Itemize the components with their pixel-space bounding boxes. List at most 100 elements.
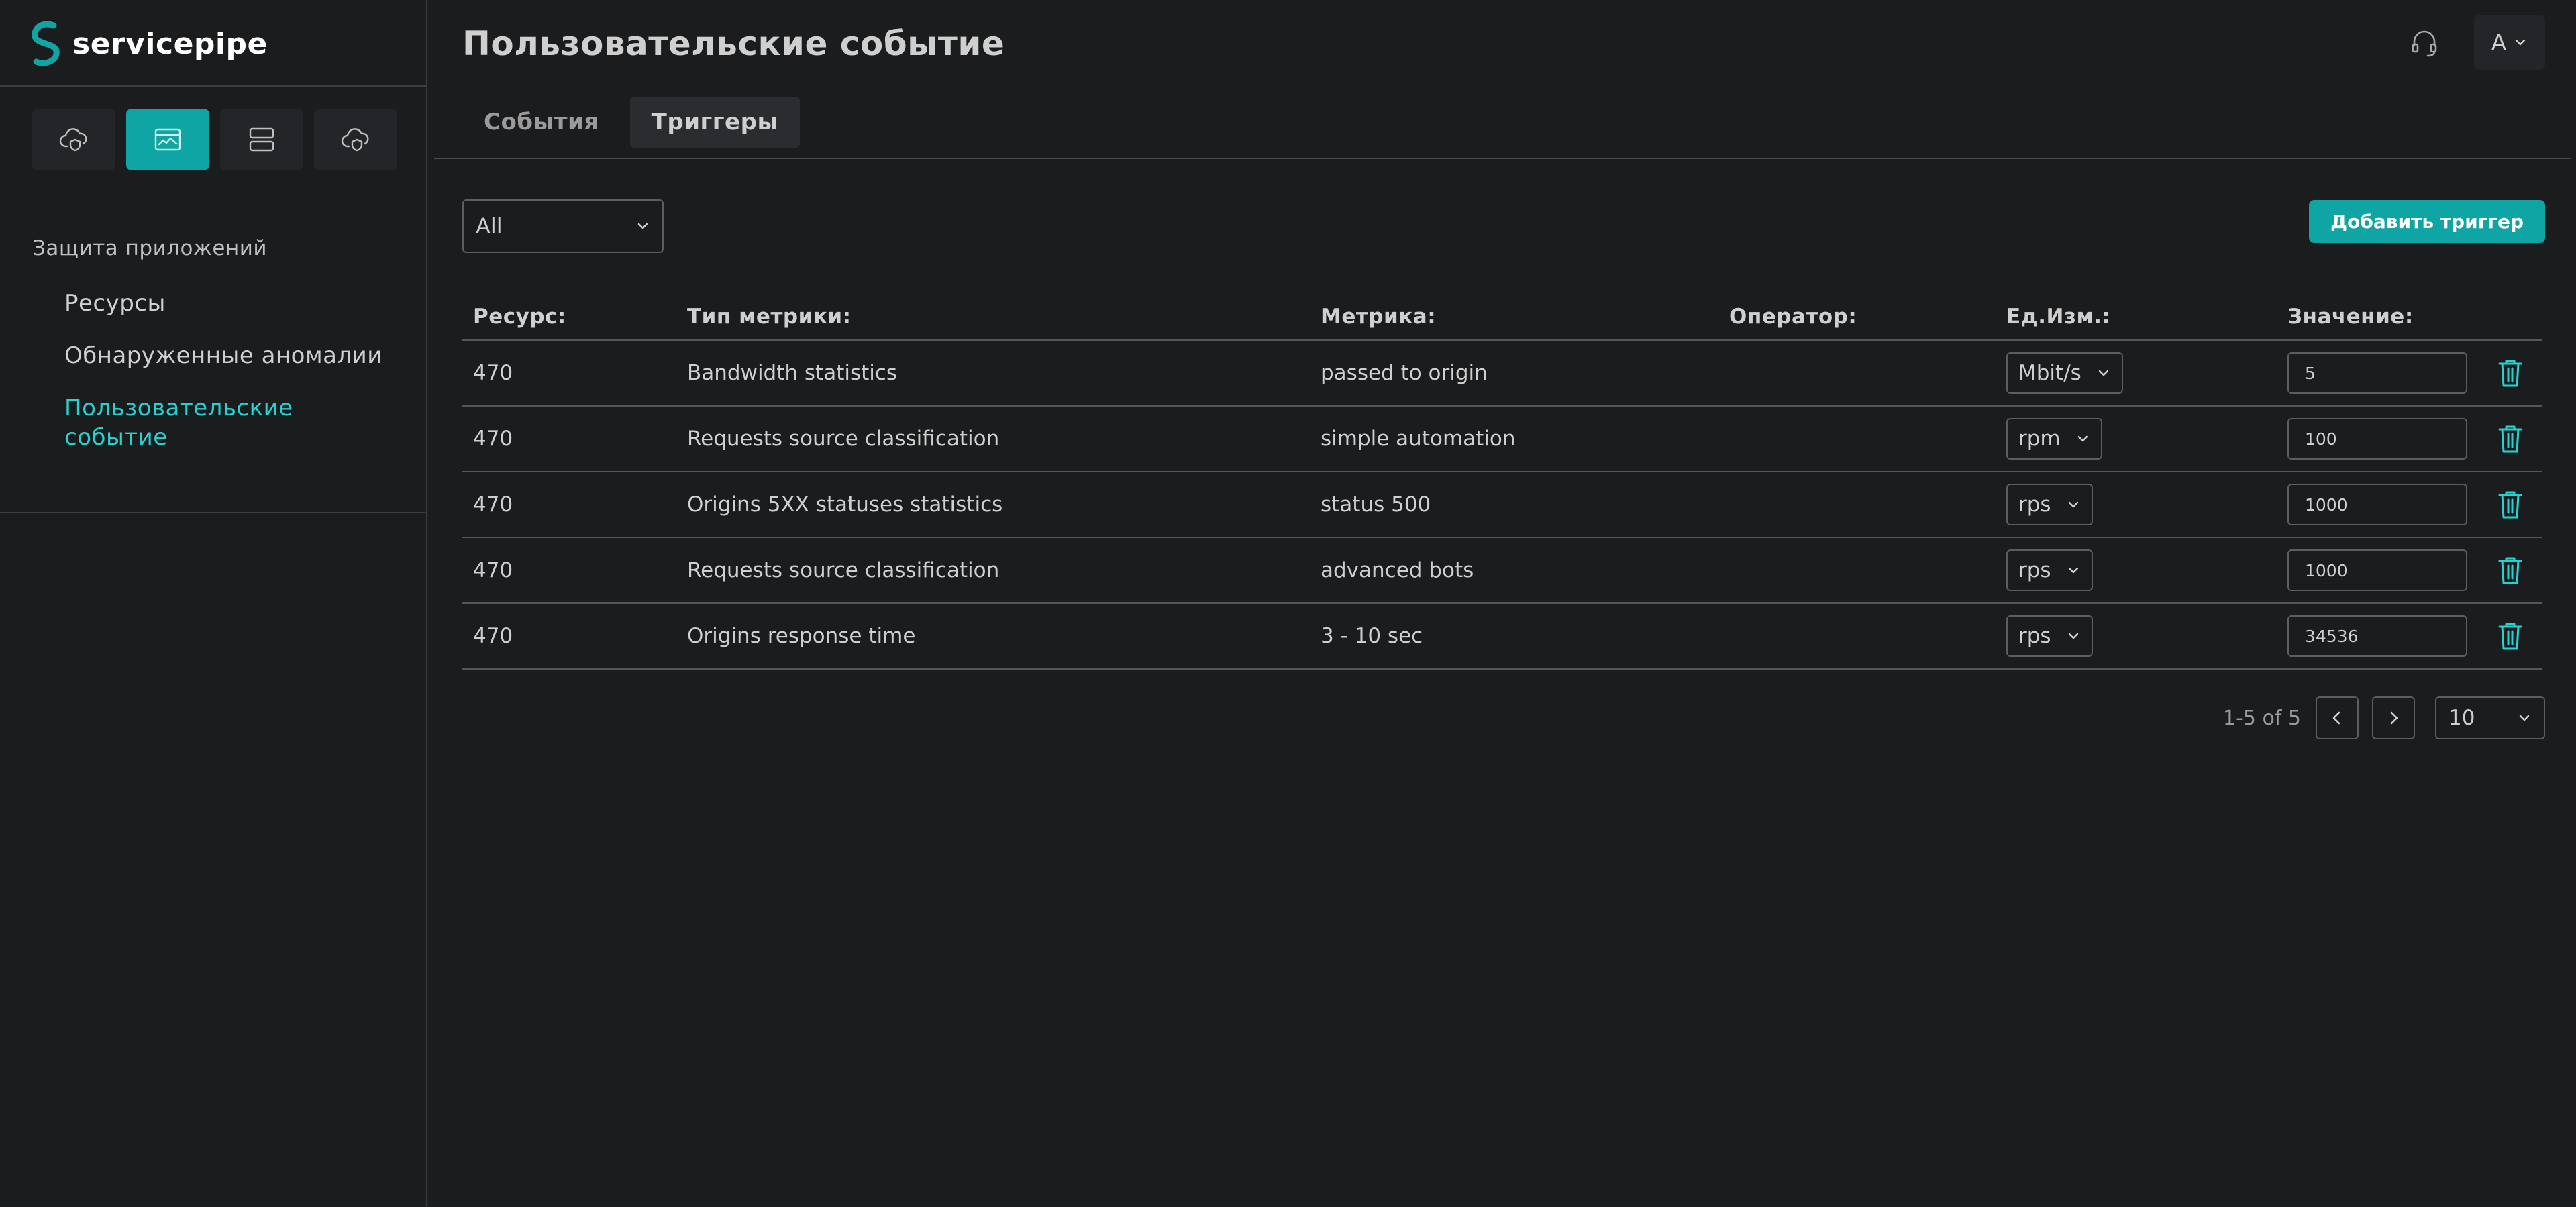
triggers-table: Ресурс: Тип метрики: Метрика: Оператор: …	[462, 294, 2542, 670]
pagination: 1-5 of 5 10	[2223, 696, 2545, 739]
cloud-shield-alt-icon	[341, 128, 369, 152]
page-size-value: 10	[2449, 706, 2475, 730]
server-icon	[249, 127, 274, 152]
column-header-unit[interactable]: Ед.Изм.:	[1996, 305, 2277, 329]
module-cloud-shield-alt[interactable]	[314, 109, 397, 170]
column-header-operator[interactable]: Оператор:	[1718, 305, 1996, 329]
table-header: Ресурс: Тип метрики: Метрика: Оператор: …	[462, 294, 2542, 341]
tabs: События Триггеры	[462, 97, 800, 148]
module-app-protection[interactable]	[126, 109, 209, 170]
prev-page-button[interactable]	[2316, 696, 2359, 739]
value-input[interactable]	[2287, 549, 2467, 591]
value-input[interactable]	[2287, 418, 2467, 460]
add-trigger-button[interactable]: Добавить триггер	[2309, 200, 2545, 243]
tabs-divider	[434, 158, 2571, 159]
cell-metric-type: Bandwidth statistics	[687, 361, 898, 385]
delete-trigger-button[interactable]	[2494, 553, 2526, 588]
cell-actions	[2478, 421, 2542, 456]
cell-metric: 3 - 10 sec	[1321, 624, 1423, 648]
column-header-metric[interactable]: Метрика:	[1310, 305, 1718, 329]
cell-metric-type: Requests source classification	[687, 558, 1000, 582]
delete-trigger-button[interactable]	[2494, 356, 2526, 390]
value-input[interactable]	[2287, 352, 2467, 394]
column-header-resource[interactable]: Ресурс:	[462, 305, 676, 329]
module-cloud-shield[interactable]	[32, 109, 115, 170]
cell-unit: rpm	[1996, 418, 2277, 460]
user-menu-button[interactable]: A	[2474, 15, 2545, 70]
delete-trigger-button[interactable]	[2494, 487, 2526, 522]
header-actions: A	[2406, 15, 2545, 70]
cell-metric-type: Requests source classification	[687, 427, 1000, 451]
pagination-info: 1-5 of 5	[2222, 706, 2301, 730]
unit-select[interactable]: rpm	[2006, 418, 2102, 460]
app-window-icon	[154, 128, 181, 151]
cell-metric: simple automation	[1321, 427, 1516, 451]
unit-select[interactable]: rps	[2006, 484, 2093, 525]
tab-triggers[interactable]: Триггеры	[629, 97, 800, 148]
value-input[interactable]	[2287, 615, 2467, 657]
section-label: Защита приложений	[32, 236, 268, 260]
chevron-down-icon	[2075, 431, 2090, 446]
cell-value	[2277, 615, 2478, 657]
chevron-down-icon	[2066, 497, 2081, 512]
table-body: 470 Bandwidth statistics passed to origi…	[462, 341, 2542, 670]
chevron-down-icon	[2513, 35, 2528, 50]
module-servers[interactable]	[220, 109, 303, 170]
cell-metric-type: Origins 5XX statuses statistics	[687, 492, 1003, 517]
resource-filter-select[interactable]: All	[462, 199, 664, 253]
next-page-button[interactable]	[2372, 696, 2415, 739]
cell-value	[2277, 549, 2478, 591]
cell-value	[2277, 352, 2478, 394]
unit-select[interactable]: Mbit/s	[2006, 352, 2123, 394]
cell-actions	[2478, 619, 2542, 653]
cell-resource: 470	[473, 624, 513, 648]
unit-value: rps	[2018, 558, 2051, 582]
cell-unit: Mbit/s	[1996, 352, 2277, 394]
sidebar-nav: Ресурсы Обнаруженные аномалии Пользовате…	[64, 288, 400, 475]
cell-value	[2277, 418, 2478, 460]
module-switcher	[32, 109, 397, 170]
trash-icon	[2498, 623, 2522, 650]
unit-value: Mbit/s	[2018, 361, 2081, 385]
page-size-select[interactable]: 10	[2435, 696, 2545, 739]
table-row: 470 Bandwidth statistics passed to origi…	[462, 341, 2542, 407]
cell-metric: passed to origin	[1321, 361, 1488, 385]
table-row: 470 Origins response time 3 - 10 sec rps	[462, 604, 2542, 670]
delete-trigger-button[interactable]	[2494, 421, 2526, 456]
chevron-left-icon	[2332, 711, 2340, 725]
trash-icon	[2498, 491, 2522, 519]
cell-unit: rps	[1996, 549, 2277, 591]
cell-resource: 470	[473, 361, 513, 385]
table-row: 470 Requests source classification advan…	[462, 538, 2542, 604]
chevron-right-icon	[2390, 711, 2398, 725]
cell-metric: advanced bots	[1321, 558, 1474, 582]
unit-select[interactable]: rps	[2006, 549, 2093, 591]
logo[interactable]: servicepipe	[28, 19, 268, 68]
cell-metric-type: Origins response time	[687, 624, 916, 648]
cloud-shield-icon	[59, 128, 87, 152]
chevron-down-icon	[2066, 629, 2081, 643]
cell-unit: rps	[1996, 615, 2277, 657]
value-input[interactable]	[2287, 484, 2467, 525]
filter-value: All	[476, 213, 503, 239]
cell-resource: 470	[473, 558, 513, 582]
chevron-down-icon	[2096, 366, 2111, 380]
cell-unit: rps	[1996, 484, 2277, 525]
chevron-down-icon	[635, 219, 650, 233]
cell-actions	[2478, 487, 2542, 522]
sidebar-item-custom-events[interactable]: Пользовательские событие	[64, 393, 400, 452]
tab-events[interactable]: События	[462, 97, 621, 148]
column-header-metric-type[interactable]: Тип метрики:	[676, 305, 1310, 329]
support-button[interactable]	[2406, 23, 2443, 61]
table-row: 470 Requests source classification simpl…	[462, 407, 2542, 472]
sidebar-item-anomalies[interactable]: Обнаруженные аномалии	[64, 341, 400, 370]
sidebar-divider	[0, 85, 427, 87]
unit-select[interactable]: rps	[2006, 615, 2093, 657]
sidebar-item-resources[interactable]: Ресурсы	[64, 288, 400, 318]
delete-trigger-button[interactable]	[2494, 619, 2526, 653]
app-root: servicepipe Защита приложений Ресурсы Об…	[0, 0, 2576, 1207]
unit-value: rps	[2018, 492, 2051, 517]
column-header-value[interactable]: Значение:	[2277, 305, 2478, 329]
table-row: 470 Origins 5XX statuses statistics stat…	[462, 472, 2542, 538]
brand-name: servicepipe	[72, 26, 268, 61]
